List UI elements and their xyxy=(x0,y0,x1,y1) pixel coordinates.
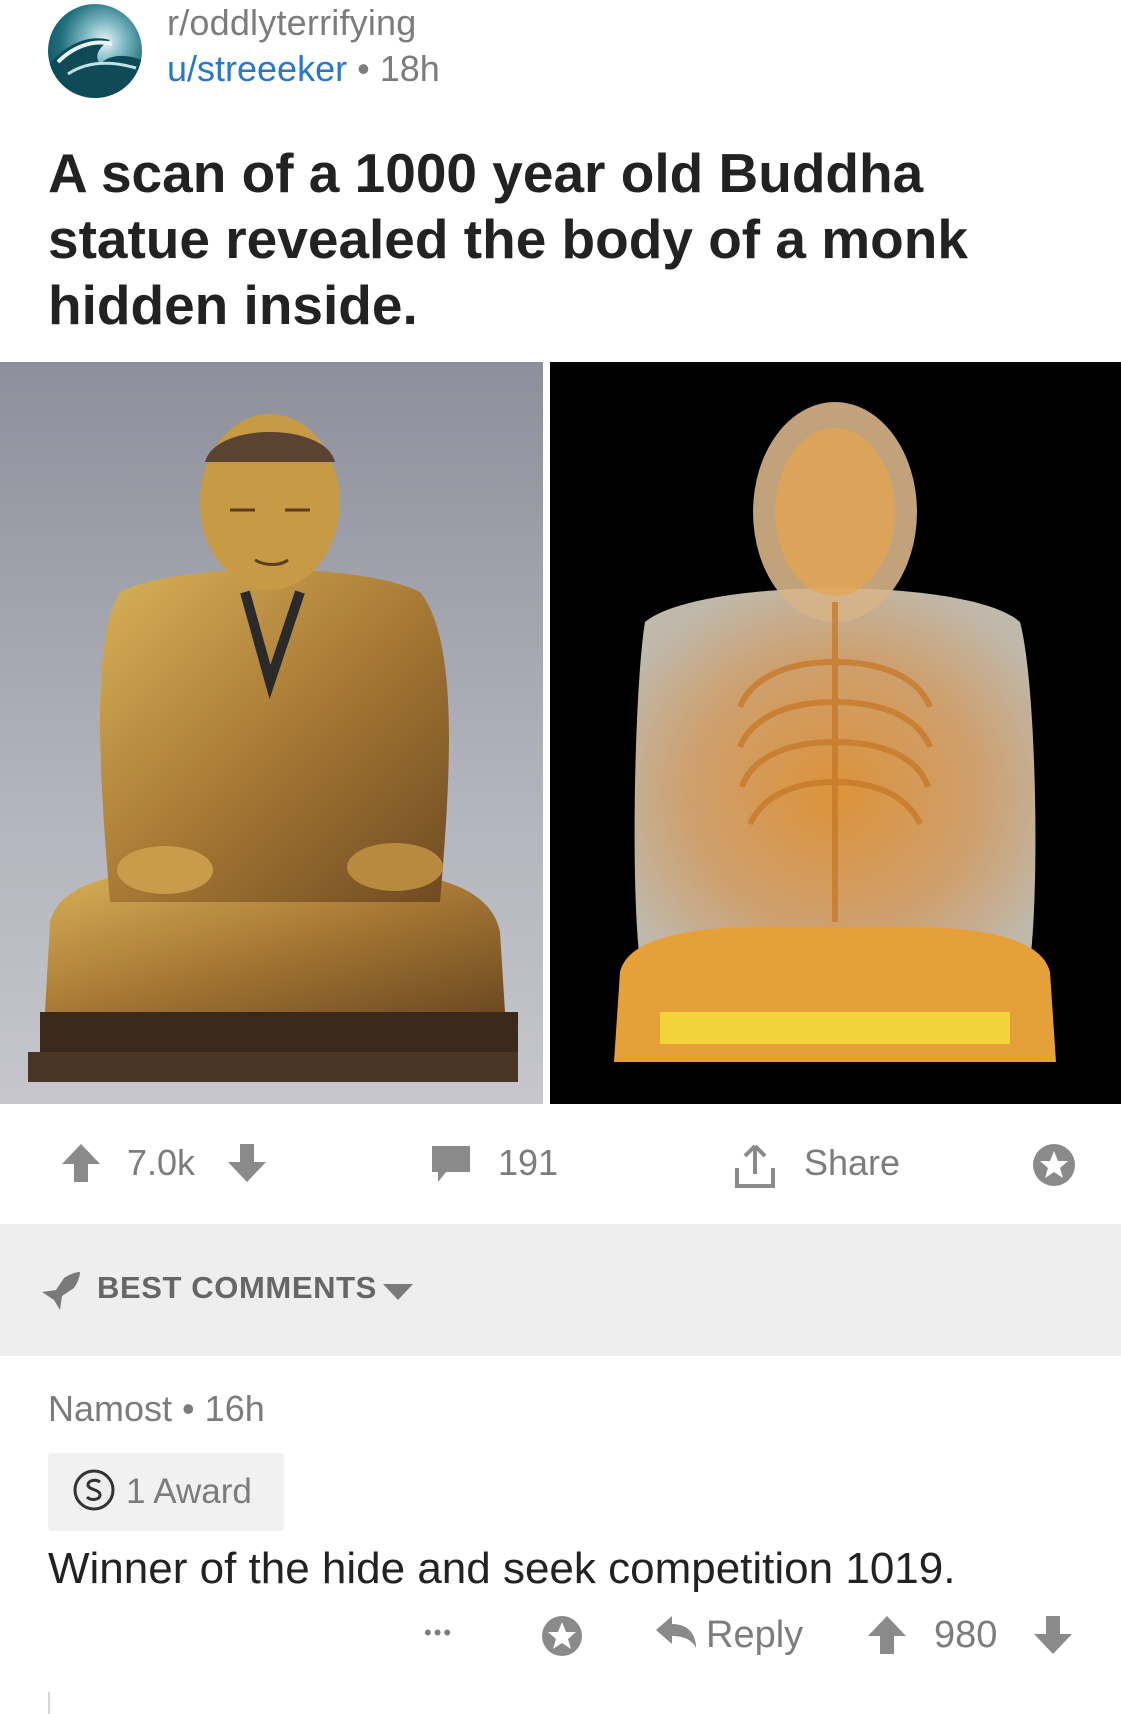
arrow-up-icon[interactable] xyxy=(60,1142,102,1184)
comment-count[interactable]: 191 xyxy=(498,1142,558,1184)
award-label: 1 Award xyxy=(126,1472,252,1511)
comments-sort-bar[interactable]: BEST COMMENTS xyxy=(0,1224,1121,1356)
statue-photo xyxy=(0,362,543,1104)
arrow-down-icon[interactable] xyxy=(226,1142,268,1184)
post-title[interactable]: A scan of a 1000 year old Buddha statue … xyxy=(48,140,1078,338)
xray-scan xyxy=(550,362,1121,1104)
sort-label[interactable]: BEST COMMENTS xyxy=(97,1270,377,1306)
comment-body: Winner of the hide and seek competition … xyxy=(48,1544,956,1593)
share-button[interactable]: Share xyxy=(804,1142,900,1184)
arrow-up-icon[interactable] xyxy=(866,1614,908,1656)
subreddit-link[interactable]: r/oddlyterrifying xyxy=(167,2,417,44)
reply-thread-line xyxy=(48,1692,50,1714)
award-badge[interactable]: 1 Award xyxy=(48,1453,284,1531)
comment: Namost • 16h 1 Award Winner of the hide … xyxy=(0,1356,1121,1714)
star-icon[interactable] xyxy=(1031,1142,1077,1188)
post-header: r/oddlyterrifying u/streeeker • 18h A sc… xyxy=(0,0,1121,336)
reply-button[interactable]: Reply xyxy=(706,1614,803,1657)
comment-score: 980 xyxy=(934,1614,998,1656)
chevron-down-icon[interactable] xyxy=(381,1282,415,1307)
author-link[interactable]: u/streeeker xyxy=(167,48,347,89)
upvote-count: 7.0k xyxy=(127,1142,196,1183)
meta-separator: • xyxy=(357,48,370,89)
silver-coin-icon xyxy=(72,1468,116,1517)
post-image[interactable] xyxy=(0,362,1121,1104)
more-options[interactable]: ••• xyxy=(424,1620,453,1646)
post-actions: 7.0k 191 Share xyxy=(0,1104,1121,1224)
post-meta: u/streeeker • 18h xyxy=(167,48,440,90)
comment-actions: ••• Reply 980 xyxy=(0,1614,1121,1684)
share-icon[interactable] xyxy=(731,1142,779,1190)
speech-bubble-icon[interactable] xyxy=(430,1142,472,1184)
reply-arrow-icon[interactable] xyxy=(654,1614,698,1650)
comment-age: 16h xyxy=(204,1388,265,1429)
star-icon[interactable] xyxy=(540,1614,584,1658)
arrow-down-icon[interactable] xyxy=(1032,1614,1074,1656)
subreddit-avatar[interactable] xyxy=(48,4,142,98)
meta-separator: • xyxy=(182,1388,195,1429)
rocket-icon xyxy=(38,1270,82,1315)
comment-author[interactable]: Namost xyxy=(48,1388,172,1429)
post-age: 18h xyxy=(379,48,440,89)
comment-meta: Namost • 16h xyxy=(48,1388,265,1430)
